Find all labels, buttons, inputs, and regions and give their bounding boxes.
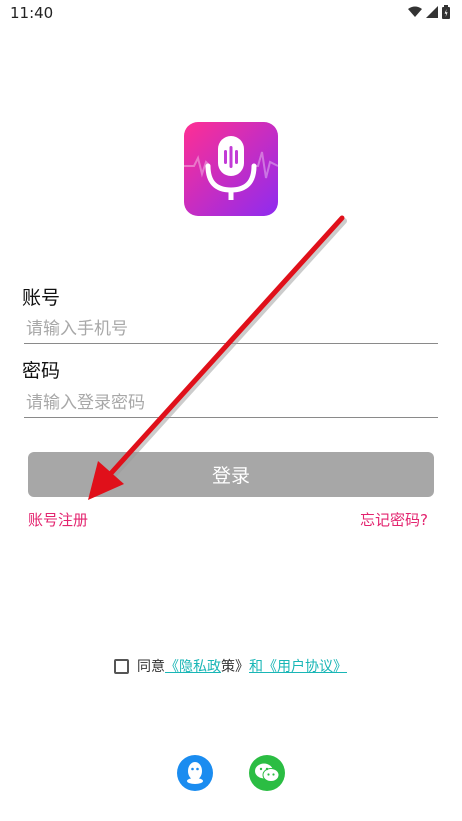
register-link[interactable]: 账号注册 [28, 509, 88, 530]
forgot-password-link[interactable]: 忘记密码? [360, 509, 428, 530]
qq-login-button[interactable] [177, 755, 213, 791]
user-agreement-link[interactable]: 《用户协议》 [263, 656, 347, 676]
privacy-policy-link-part1[interactable]: 《隐私政 [165, 656, 221, 676]
agree-checkbox[interactable] [114, 658, 129, 674]
signal-icon [426, 6, 438, 18]
agree-and: 和 [249, 659, 263, 675]
login-button[interactable]: 登录 [28, 452, 434, 497]
agreement-row: 同意 《隐私政 策》 和 《用户协议》 [114, 656, 347, 676]
agree-prefix: 同意 [137, 659, 165, 675]
phone-input[interactable] [24, 314, 438, 344]
status-time: 11:40 [10, 4, 54, 22]
password-label: 密码 [22, 360, 61, 382]
microphone-icon [184, 122, 278, 216]
wifi-icon [408, 6, 422, 17]
qq-icon [187, 762, 203, 784]
status-icons [408, 5, 450, 19]
app-logo [184, 122, 278, 216]
privacy-policy-link-part2[interactable]: 策》 [221, 656, 249, 676]
status-bar: 11:40 [0, 0, 462, 26]
account-label: 账号 [22, 287, 61, 309]
password-input[interactable] [24, 388, 438, 418]
wechat-login-button[interactable] [249, 755, 285, 791]
wechat-icon [255, 763, 280, 782]
battery-icon [442, 5, 450, 19]
